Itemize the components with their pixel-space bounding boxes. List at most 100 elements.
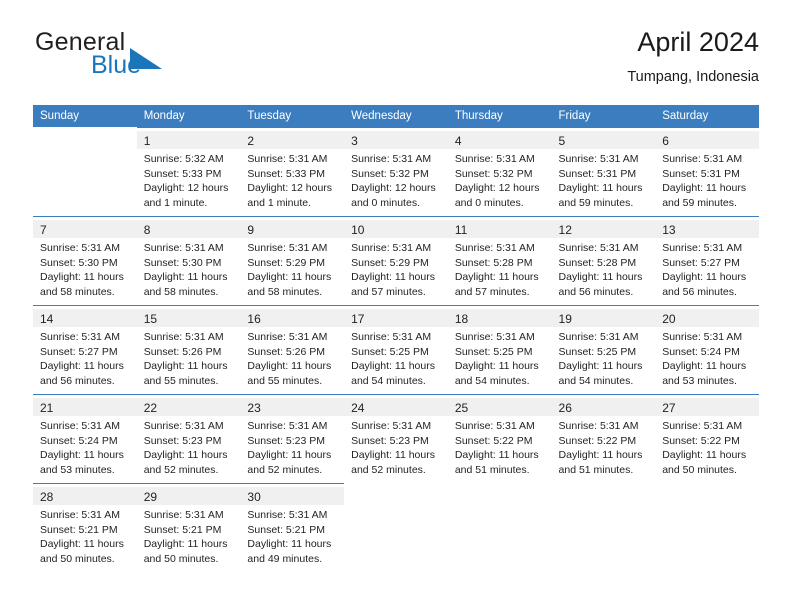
daylight-text: Daylight: 11 hours <box>40 449 124 462</box>
sunset-text: Sunset: 5:25 PM <box>351 345 429 358</box>
day-number-band: 10 <box>344 220 448 238</box>
daylight-text: Daylight: 11 hours <box>662 271 747 284</box>
calendar-day-cell[interactable]: 26 Sunrise: 5:31 AM Sunset: 5:22 PM Dayligh… <box>551 394 656 483</box>
daylight-text-cont: and 50 minutes. <box>662 463 737 476</box>
calendar-day-cell[interactable]: 8 Sunrise: 5:31 AM Sunset: 5:30 PM Daylight… <box>136 216 241 305</box>
day-number: 4 <box>454 134 462 148</box>
day-cell-inner: 17 Sunrise: 5:31 AM Sunset: 5:25 PM Dayligh… <box>344 305 448 394</box>
daylight-text: Daylight: 11 hours <box>662 360 747 373</box>
calendar-week-row: 14 Sunrise: 5:31 AM Sunset: 5:27 PM Dayligh… <box>33 305 759 394</box>
sunset-text: Sunset: 5:32 PM <box>351 167 429 180</box>
daylight-text-cont: and 56 minutes. <box>40 374 115 387</box>
sunrise-text: Sunrise: 5:31 AM <box>662 153 743 165</box>
daylight-text-cont: and 54 minutes. <box>454 374 530 387</box>
title-block: April 2024 Tumpang, Indonesia <box>627 26 759 87</box>
sunrise-text: Sunrise: 5:31 AM <box>454 331 535 343</box>
daylight-text-cont: and 53 minutes. <box>662 374 737 387</box>
day-detail-lines: Sunrise: 5:31 AM Sunset: 5:23 PM Daylight:… <box>351 416 442 477</box>
day-number: 24 <box>351 401 365 415</box>
calendar-day-cell[interactable]: 19 Sunrise: 5:31 AM Sunset: 5:25 PM Dayligh… <box>551 305 656 394</box>
general-blue-logo[interactable]: General Blue <box>33 26 263 90</box>
day-number-band: 3 <box>344 131 448 149</box>
calendar-day-cell[interactable]: 20 Sunrise: 5:31 AM Sunset: 5:24 PM Dayligh… <box>655 305 759 394</box>
calendar-day-cell[interactable]: 25 Sunrise: 5:31 AM Sunset: 5:22 PM Dayligh… <box>447 394 552 483</box>
calendar-day-cell[interactable]: 9 Sunrise: 5:31 AM Sunset: 5:29 PM Daylight… <box>240 216 345 305</box>
calendar-day-cell[interactable]: 15 Sunrise: 5:31 AM Sunset: 5:26 PM Dayligh… <box>136 305 241 394</box>
day-detail-lines: Sunrise: 5:31 AM Sunset: 5:23 PM Daylight:… <box>247 416 338 477</box>
day-number: 30 <box>247 490 261 504</box>
calendar-day-cell[interactable]: 14 Sunrise: 5:31 AM Sunset: 5:27 PM Dayligh… <box>33 305 137 394</box>
day-number: 10 <box>351 223 365 237</box>
sunrise-text: Sunrise: 5:31 AM <box>558 242 639 254</box>
day-detail-lines: Sunrise: 5:31 AM Sunset: 5:26 PM Daylight:… <box>247 327 338 388</box>
sunrise-text: Sunrise: 5:31 AM <box>454 242 535 254</box>
calendar-day-cell[interactable]: 22 Sunrise: 5:31 AM Sunset: 5:23 PM Dayligh… <box>136 394 241 483</box>
calendar-empty-cell <box>344 483 448 572</box>
day-cell-inner: 15 Sunrise: 5:31 AM Sunset: 5:26 PM Dayligh… <box>136 305 241 394</box>
daylight-text-cont: and 1 minute. <box>247 196 312 209</box>
day-number: 17 <box>351 312 365 326</box>
day-number: 5 <box>558 134 566 148</box>
calendar-day-cell[interactable]: 13 Sunrise: 5:31 AM Sunset: 5:27 PM Dayligh… <box>655 216 759 305</box>
daylight-text-cont: and 54 minutes. <box>351 374 426 387</box>
day-detail-lines: Sunrise: 5:31 AM Sunset: 5:32 PM Daylight:… <box>455 149 546 210</box>
sunrise-text: Sunrise: 5:31 AM <box>454 153 535 165</box>
daylight-text-cont: and 57 minutes. <box>351 285 426 298</box>
sunset-text: Sunset: 5:24 PM <box>662 345 740 358</box>
calendar-day-cell[interactable]: 12 Sunrise: 5:31 AM Sunset: 5:28 PM Dayligh… <box>551 216 656 305</box>
calendar-day-cell[interactable]: 10 Sunrise: 5:31 AM Sunset: 5:29 PM Dayligh… <box>344 216 448 305</box>
day-cell-inner: 6 Sunrise: 5:31 AM Sunset: 5:31 PM Daylight… <box>655 127 759 216</box>
daylight-text-cont: and 0 minutes. <box>351 196 420 209</box>
sunset-text: Sunset: 5:33 PM <box>143 167 222 180</box>
day-number: 11 <box>454 223 468 237</box>
calendar-day-cell[interactable]: 21 Sunrise: 5:31 AM Sunset: 5:24 PM Dayligh… <box>33 394 137 483</box>
day-number-band: 28 <box>33 487 137 505</box>
day-number: 18 <box>454 312 469 326</box>
day-number-band: 22 <box>136 398 241 416</box>
calendar-day-cell[interactable]: 24 Sunrise: 5:31 AM Sunset: 5:23 PM Dayligh… <box>344 394 448 483</box>
calendar-day-cell[interactable]: 6 Sunrise: 5:31 AM Sunset: 5:31 PM Daylight… <box>655 127 759 216</box>
day-number-band: 19 <box>551 309 656 327</box>
day-detail-lines: Sunrise: 5:31 AM Sunset: 5:33 PM Daylight:… <box>247 149 338 210</box>
calendar-day-cell[interactable]: 16 Sunrise: 5:31 AM Sunset: 5:26 PM Dayligh… <box>240 305 345 394</box>
day-detail-lines: Sunrise: 5:31 AM Sunset: 5:28 PM Daylight:… <box>455 238 546 299</box>
day-cell-inner: 3 Sunrise: 5:31 AM Sunset: 5:32 PM Daylight… <box>344 127 448 216</box>
day-number-band: 9 <box>240 220 345 238</box>
sunset-text: Sunset: 5:29 PM <box>247 256 326 269</box>
sunset-text: Sunset: 5:31 PM <box>558 167 637 180</box>
daylight-text: Daylight: 11 hours <box>454 271 539 284</box>
day-number: 7 <box>40 223 47 237</box>
calendar-day-cell[interactable]: 4 Sunrise: 5:31 AM Sunset: 5:32 PM Daylight… <box>447 127 552 216</box>
calendar-day-cell[interactable]: 23 Sunrise: 5:31 AM Sunset: 5:23 PM Dayligh… <box>240 394 345 483</box>
sunrise-text: Sunrise: 5:32 AM <box>143 153 224 165</box>
calendar-day-cell[interactable]: 3 Sunrise: 5:31 AM Sunset: 5:32 PM Daylight… <box>344 127 448 216</box>
daylight-text-cont: and 58 minutes. <box>40 285 115 298</box>
calendar-day-cell[interactable]: 18 Sunrise: 5:31 AM Sunset: 5:25 PM Dayligh… <box>447 305 552 394</box>
calendar-day-cell[interactable]: 17 Sunrise: 5:31 AM Sunset: 5:25 PM Dayligh… <box>344 305 448 394</box>
calendar-day-cell[interactable]: 28 Sunrise: 5:31 AM Sunset: 5:21 PM Dayligh… <box>33 483 137 572</box>
day-number-band: 16 <box>240 309 345 327</box>
calendar-day-cell[interactable]: 30 Sunrise: 5:31 AM Sunset: 5:21 PM Dayligh… <box>240 483 345 572</box>
daylight-text: Daylight: 12 hours <box>247 182 333 195</box>
day-cell-inner: 1 Sunrise: 5:32 AM Sunset: 5:33 PM Daylight… <box>136 127 241 216</box>
calendar-day-cell[interactable]: 5 Sunrise: 5:31 AM Sunset: 5:31 PM Daylight… <box>551 127 656 216</box>
weekday-header-wednesday: Wednesday <box>344 105 448 127</box>
daylight-text-cont: and 52 minutes. <box>143 463 219 476</box>
day-cell-inner: 19 Sunrise: 5:31 AM Sunset: 5:25 PM Dayligh… <box>551 305 656 394</box>
daylight-text: Daylight: 11 hours <box>40 271 124 284</box>
calendar-day-cell[interactable]: 1 Sunrise: 5:32 AM Sunset: 5:33 PM Daylight… <box>136 127 241 216</box>
calendar-day-cell[interactable]: 11 Sunrise: 5:31 AM Sunset: 5:28 PM Dayligh… <box>447 216 552 305</box>
daylight-text: Daylight: 11 hours <box>351 449 435 462</box>
calendar-day-cell[interactable]: 29 Sunrise: 5:31 AM Sunset: 5:21 PM Dayligh… <box>136 483 241 572</box>
daylight-text: Daylight: 12 hours <box>454 182 540 195</box>
sunrise-text: Sunrise: 5:31 AM <box>247 331 328 343</box>
calendar-day-cell[interactable]: 2 Sunrise: 5:31 AM Sunset: 5:33 PM Daylight… <box>240 127 345 216</box>
daylight-text-cont: and 1 minute. <box>143 196 208 209</box>
weekday-header-saturday: Saturday <box>655 105 759 127</box>
calendar-day-cell[interactable]: 27 Sunrise: 5:31 AM Sunset: 5:22 PM Dayligh… <box>655 394 759 483</box>
daylight-text: Daylight: 11 hours <box>40 538 124 551</box>
day-cell-inner: 27 Sunrise: 5:31 AM Sunset: 5:22 PM Dayligh… <box>655 394 759 483</box>
calendar-day-cell[interactable]: 7 Sunrise: 5:31 AM Sunset: 5:30 PM Daylight… <box>33 216 137 305</box>
daylight-text-cont: and 58 minutes. <box>247 285 323 298</box>
day-number-band: 25 <box>447 398 552 416</box>
